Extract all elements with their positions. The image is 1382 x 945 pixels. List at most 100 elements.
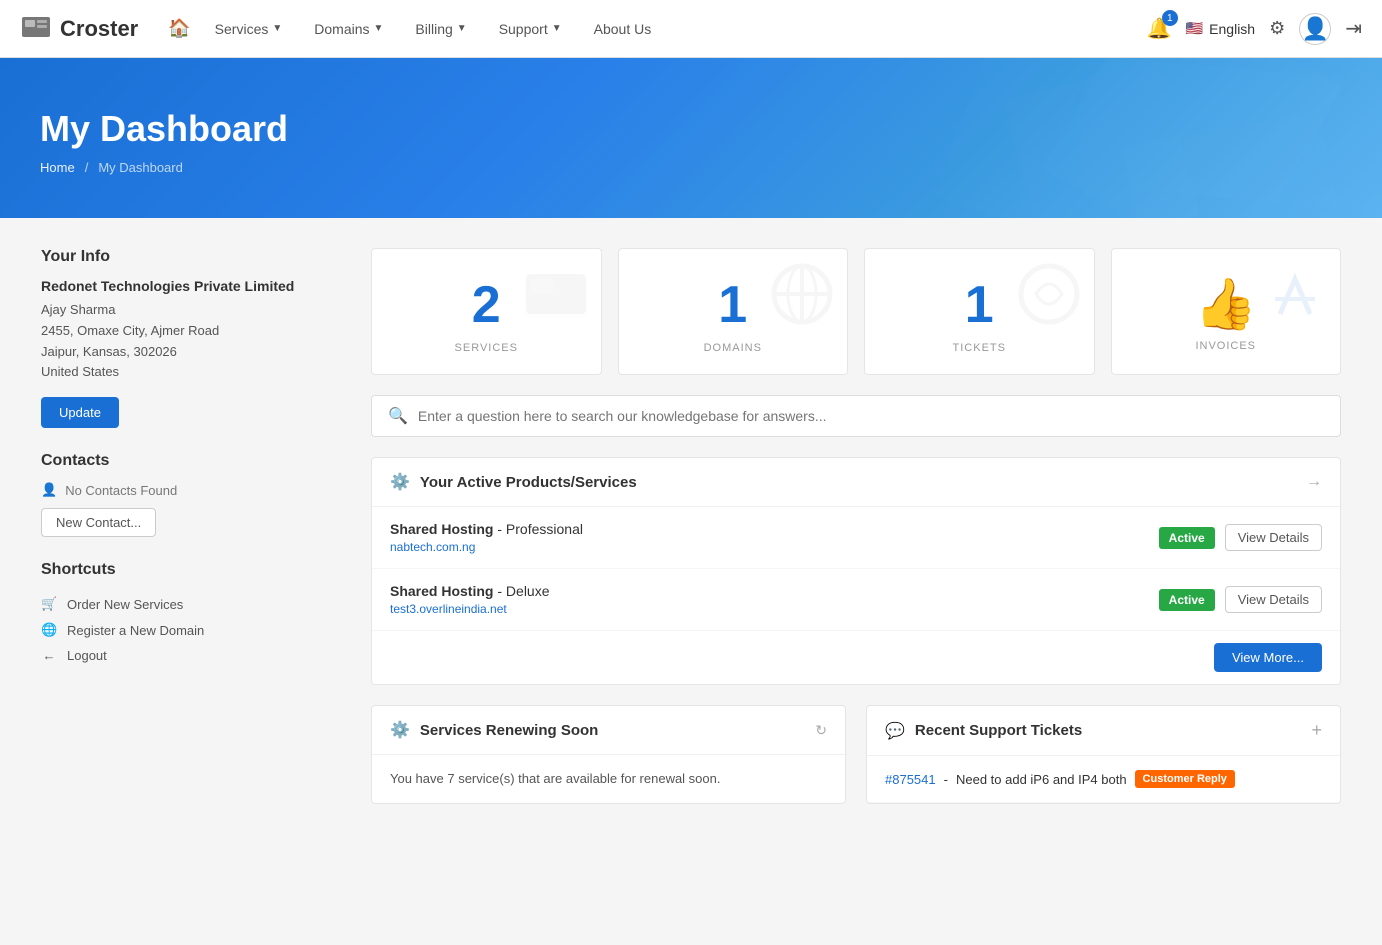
active-products-header: ⚙️ Your Active Products/Services → <box>372 458 1340 507</box>
renewing-soon-header: ⚙️ Services Renewing Soon ↻ <box>372 706 845 755</box>
view-details-button-0[interactable]: View Details <box>1225 524 1322 551</box>
navbar: Croster 🏠 Services ▼ Domains ▼ Billing ▼… <box>0 0 1382 58</box>
sidebar: Your Info Redonet Technologies Private L… <box>41 248 341 804</box>
support-caret: ▼ <box>552 23 562 34</box>
search-input[interactable] <box>418 408 1324 424</box>
product-row-1: Shared Hosting - Deluxe test3.overlinein… <box>372 569 1340 631</box>
status-badge-0: Active <box>1159 527 1215 549</box>
nav-domains[interactable]: Domains ▼ <box>300 3 397 55</box>
tickets-bg-icon <box>1014 259 1084 339</box>
page-title: My Dashboard <box>40 108 1342 150</box>
renewing-soon-body: You have 7 service(s) that are available… <box>372 755 845 802</box>
stat-invoices[interactable]: 👍 INVOICES <box>1111 248 1342 375</box>
contact-icon: 👤 <box>41 482 57 498</box>
main-content: Your Info Redonet Technologies Private L… <box>1 218 1381 834</box>
language-label: English <box>1209 21 1255 37</box>
ticket-id-0[interactable]: #875541 <box>885 772 936 787</box>
active-products-title: Your Active Products/Services <box>420 474 637 491</box>
shortcut-register-domain[interactable]: 🌐 Register a New Domain <box>41 617 341 643</box>
logout-icon[interactable]: ⇥ <box>1345 16 1362 41</box>
nav-links: Services ▼ Domains ▼ Billing ▼ Support ▼… <box>201 3 1147 55</box>
stat-domains[interactable]: 1 DOMAINS <box>618 248 849 375</box>
view-more-row: View More... <box>372 631 1340 684</box>
active-products-card: ⚙️ Your Active Products/Services → Share… <box>371 457 1341 685</box>
renewing-section-icon: ⚙️ <box>390 720 410 740</box>
tickets-section-icon: 💬 <box>885 721 905 741</box>
ticket-status-badge-0: Customer Reply <box>1135 770 1235 788</box>
address-line1: 2455, Omaxe City, Ajmer Road <box>41 321 341 342</box>
product-domain-1[interactable]: test3.overlineindia.net <box>390 602 550 616</box>
arrow-left-icon: ← <box>41 648 57 663</box>
services-caret: ▼ <box>272 23 282 34</box>
language-selector[interactable]: 🇺🇸 English <box>1186 20 1255 37</box>
support-tickets-card: 💬 Recent Support Tickets + #875541 - Nee… <box>866 705 1341 804</box>
active-products-arrow[interactable]: → <box>1306 473 1322 491</box>
your-info-section: Your Info Redonet Technologies Private L… <box>41 248 341 428</box>
stat-services[interactable]: 2 SERVICES <box>371 248 602 375</box>
invoices-label: INVOICES <box>1132 340 1321 352</box>
billing-caret: ▼ <box>457 23 467 34</box>
content-area: 2 SERVICES 1 DOMAINS 1 TICKETS <box>371 248 1341 804</box>
add-ticket-icon[interactable]: + <box>1311 720 1322 741</box>
address-country: United States <box>41 362 341 383</box>
product-info-1: Shared Hosting - Deluxe test3.overlinein… <box>390 583 550 616</box>
address-line2: Jaipur, Kansas, 302026 <box>41 342 341 363</box>
product-row-0: Shared Hosting - Professional nabtech.co… <box>372 507 1340 569</box>
domains-caret: ▼ <box>374 23 384 34</box>
product-name-1: Shared Hosting - Deluxe <box>390 583 550 599</box>
user-icon[interactable]: 👤 <box>1299 13 1331 45</box>
no-contacts: 👤 No Contacts Found <box>41 482 341 498</box>
notification-bell[interactable]: 🔔 1 <box>1147 16 1172 41</box>
stat-tickets[interactable]: 1 TICKETS <box>864 248 1095 375</box>
company-name: Redonet Technologies Private Limited <box>41 278 341 294</box>
nav-services[interactable]: Services ▼ <box>201 3 297 55</box>
product-domain-0[interactable]: nabtech.com.ng <box>390 540 583 554</box>
new-contact-button[interactable]: New Contact... <box>41 508 156 537</box>
tickets-label: TICKETS <box>885 342 1074 354</box>
ticket-subject-0: Need to add iP6 and IP4 both <box>956 772 1127 787</box>
shortcut-order-services[interactable]: 🛒 Order New Services <box>41 591 341 617</box>
breadcrumb-current: My Dashboard <box>98 160 183 175</box>
nav-about[interactable]: About Us <box>580 3 666 55</box>
product-actions-1: Active View Details <box>1159 586 1322 613</box>
hero-section: My Dashboard Home / My Dashboard <box>0 58 1382 218</box>
view-more-button[interactable]: View More... <box>1214 643 1322 672</box>
contacts-heading: Contacts <box>41 452 341 470</box>
bottom-grid: ⚙️ Services Renewing Soon ↻ You have 7 s… <box>371 705 1341 804</box>
products-section-icon: ⚙️ <box>390 472 410 492</box>
update-button[interactable]: Update <box>41 397 119 428</box>
home-nav-icon[interactable]: 🏠 <box>168 18 190 39</box>
breadcrumb-separator: / <box>85 160 89 175</box>
search-icon: 🔍 <box>388 406 408 426</box>
renewing-soon-title: Services Renewing Soon <box>420 722 598 739</box>
contact-name: Ajay Sharma <box>41 300 341 321</box>
shortcuts-heading: Shortcuts <box>41 561 341 579</box>
support-tickets-title: Recent Support Tickets <box>915 722 1082 739</box>
services-label: SERVICES <box>392 342 581 354</box>
breadcrumb: Home / My Dashboard <box>40 160 1342 175</box>
shortcuts-section: Shortcuts 🛒 Order New Services 🌐 Registe… <box>41 561 341 668</box>
settings-icon[interactable]: ⚙ <box>1269 18 1285 39</box>
domains-label: DOMAINS <box>639 342 828 354</box>
contacts-section: Contacts 👤 No Contacts Found New Contact… <box>41 452 341 537</box>
search-bar: 🔍 <box>371 395 1341 437</box>
notification-badge: 1 <box>1162 10 1178 26</box>
nav-support[interactable]: Support ▼ <box>485 3 576 55</box>
your-info-heading: Your Info <box>41 248 341 266</box>
nav-right: 🔔 1 🇺🇸 English ⚙ 👤 ⇥ <box>1147 13 1362 45</box>
refresh-icon[interactable]: ↻ <box>815 722 827 739</box>
breadcrumb-home[interactable]: Home <box>40 160 75 175</box>
renewing-soon-card: ⚙️ Services Renewing Soon ↻ You have 7 s… <box>371 705 846 804</box>
product-name-0: Shared Hosting - Professional <box>390 521 583 537</box>
shortcut-logout[interactable]: ← Logout <box>41 643 341 668</box>
domains-bg-icon <box>767 259 837 339</box>
product-actions-0: Active View Details <box>1159 524 1322 551</box>
nav-billing[interactable]: Billing ▼ <box>401 3 480 55</box>
invoices-bg-icon <box>1260 259 1330 339</box>
cart-icon: 🛒 <box>41 596 57 612</box>
globe-icon: 🌐 <box>41 622 57 638</box>
product-info-0: Shared Hosting - Professional nabtech.co… <box>390 521 583 554</box>
view-details-button-1[interactable]: View Details <box>1225 586 1322 613</box>
brand-logo[interactable]: Croster <box>20 11 138 46</box>
ticket-row-0: #875541 - Need to add iP6 and IP4 both C… <box>867 756 1340 803</box>
